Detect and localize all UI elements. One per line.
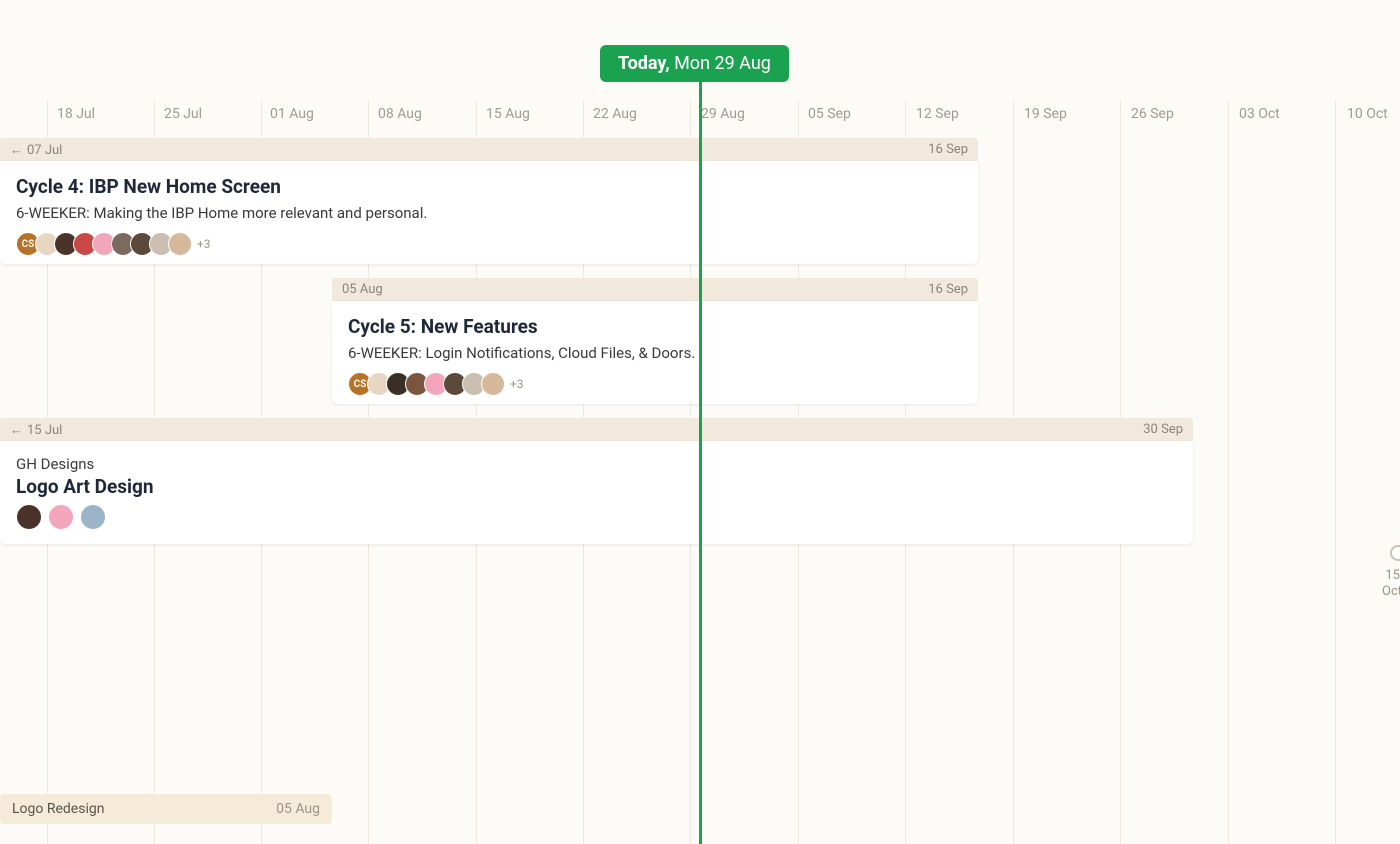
card-end-date: 30 Sep (1143, 422, 1183, 437)
milestone-date: 05 Aug (276, 801, 320, 817)
grid-line (1335, 100, 1336, 844)
avatar[interactable] (80, 504, 106, 530)
card-title: Logo Art Design (16, 475, 1177, 498)
card-description: 6-WEEKER: Login Notifications, Cloud Fil… (348, 344, 962, 362)
milestone-bar[interactable]: Logo Redesign 05 Aug (0, 794, 332, 824)
avatar-group: CS+3 (16, 232, 962, 256)
card-title: Cycle 4: IBP New Home Screen (16, 175, 962, 198)
timeline-date-label: 03 Oct (1239, 106, 1280, 122)
card-description: 6-WEEKER: Making the IBP Home more relev… (16, 204, 962, 222)
card-cycle4[interactable]: Cycle 4: IBP New Home Screen 6-WEEKER: Ma… (0, 161, 978, 264)
avatar-group: CS+3 (348, 372, 962, 396)
card-logoart[interactable]: GH Designs Logo Art Design (0, 441, 1193, 544)
avatar-more-count[interactable]: +3 (197, 237, 211, 251)
today-date: Mon 29 Aug (674, 53, 771, 74)
timeline-date-label: 18 Jul (57, 106, 95, 122)
milestone-title: Logo Redesign (12, 801, 104, 817)
grid-line (1228, 100, 1229, 844)
card-start-date: 05 Aug (342, 282, 383, 297)
today-prefix: Today, (618, 53, 670, 74)
timeline-date-label: 26 Sep (1131, 106, 1174, 122)
card-date-strip: 05 Aug 16 Sep (332, 278, 978, 301)
card-date-strip: ←15 Jul 30 Sep (0, 418, 1193, 441)
timeline-date-label: 29 Aug (701, 106, 745, 122)
card-title: Cycle 5: New Features (348, 315, 962, 338)
timeline-date-label: 25 Jul (164, 106, 202, 122)
timeline-date-label: 08 Aug (378, 106, 422, 122)
timeline-date-label: 22 Aug (593, 106, 637, 122)
timeline-date-label: 12 Sep (916, 106, 959, 122)
today-marker-line (699, 78, 702, 844)
card-subtitle: GH Designs (16, 455, 1177, 473)
timeline-date-label: 15 Aug (486, 106, 530, 122)
arrow-left-icon: ← (10, 423, 23, 438)
card-start-date: ←07 Jul (10, 142, 62, 158)
timeline-date-label: 10 Oct (1347, 106, 1388, 122)
avatar-group (16, 504, 1177, 530)
timeline-date-label: 01 Aug (270, 106, 314, 122)
avatar[interactable] (168, 232, 192, 256)
avatar[interactable] (481, 372, 505, 396)
avatar[interactable] (48, 504, 74, 530)
timeline-date-label: 05 Sep (808, 106, 851, 122)
card-start-date: ←15 Jul (10, 422, 62, 438)
side-marker-dot (1390, 545, 1400, 561)
card-end-date: 16 Sep (928, 282, 968, 297)
today-badge: Today, Mon 29 Aug (600, 45, 789, 82)
card-date-strip: ←07 Jul 16 Sep (0, 138, 978, 161)
avatar[interactable] (16, 504, 42, 530)
card-cycle5[interactable]: Cycle 5: New Features 6-WEEKER: Login Not… (332, 301, 978, 404)
arrow-left-icon: ← (10, 143, 23, 158)
card-end-date: 16 Sep (928, 142, 968, 157)
avatar-more-count[interactable]: +3 (510, 377, 524, 391)
side-date-marker: 15 Oct (1382, 568, 1400, 599)
timeline-date-label: 19 Sep (1024, 106, 1067, 122)
